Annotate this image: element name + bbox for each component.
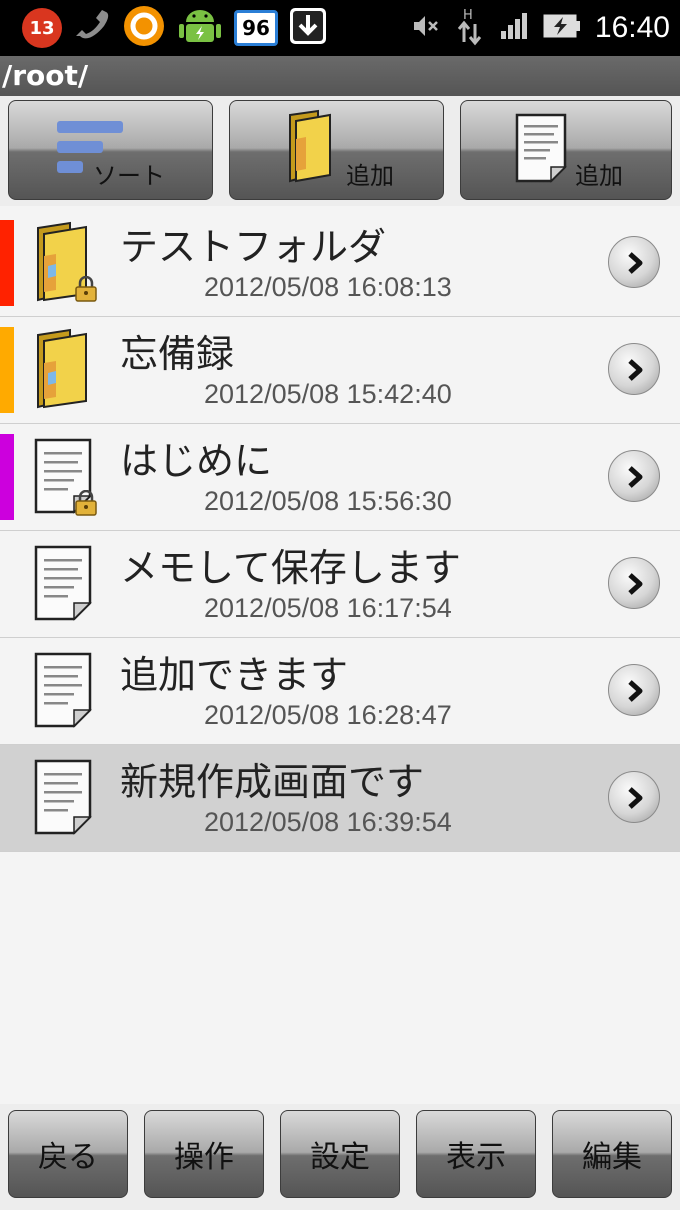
- file-icon: [30, 755, 100, 839]
- back-button[interactable]: 戻る: [8, 1110, 128, 1198]
- android-icon: [176, 4, 224, 52]
- item-date: 2012/05/08 16:28:47: [204, 700, 452, 730]
- item-date: 2012/05/08 16:39:54: [204, 807, 452, 837]
- item-date: 2012/05/08 16:08:13: [204, 272, 452, 302]
- mute-icon: [411, 11, 441, 45]
- folder-icon: [284, 109, 344, 189]
- open-item-button[interactable]: [608, 664, 660, 716]
- item-title: 新規作成画面です: [120, 760, 425, 804]
- item-title: はじめに: [120, 439, 273, 483]
- edit-button[interactable]: 編集: [552, 1110, 672, 1198]
- clock: 16:40: [594, 11, 670, 44]
- signal-icon: [499, 11, 529, 45]
- app-ring-icon: [122, 4, 166, 52]
- sort-label: ソート: [93, 162, 165, 190]
- file-list: テストフォルダ 2012/05/08 16:08:13 忘備録 2012/05/08 …: [0, 210, 680, 852]
- bottom-bar: 戻る 操作 設定 表示 編集: [0, 1104, 680, 1210]
- lock-icon: [74, 489, 98, 520]
- notification-icons: 13 96: [22, 6, 328, 50]
- list-item[interactable]: はじめに 2012/05/08 15:56:30: [0, 424, 680, 531]
- item-title: テストフォルダ: [120, 225, 387, 269]
- app-screen: 13 96 H 16:40 /root/ ソート 追加 追加 テストフォルダ 2…: [0, 0, 680, 1210]
- list-item[interactable]: テストフォルダ 2012/05/08 16:08:13: [0, 210, 680, 317]
- phone-icon: [72, 6, 112, 50]
- item-date: 2012/05/08 15:42:40: [204, 379, 452, 409]
- add-file-label: 追加: [575, 162, 623, 190]
- data-arrows-icon: H: [455, 6, 485, 50]
- item-date: 2012/05/08 16:17:54: [204, 593, 452, 623]
- lock-icon: [74, 275, 98, 306]
- add-folder-button[interactable]: 追加: [229, 100, 444, 200]
- file-icon: [511, 111, 571, 189]
- list-item[interactable]: メモして保存します 2012/05/08 16:17:54: [0, 531, 680, 638]
- open-item-button[interactable]: [608, 557, 660, 609]
- svg-text:H: H: [463, 8, 473, 23]
- item-date: 2012/05/08 15:56:30: [204, 486, 452, 516]
- system-icons: H 16:40: [411, 8, 670, 48]
- settings-button[interactable]: 設定: [280, 1110, 400, 1198]
- color-tag: [0, 327, 14, 413]
- notification-badge: 13: [22, 8, 62, 48]
- open-item-button[interactable]: [608, 236, 660, 288]
- list-item[interactable]: 追加できます 2012/05/08 16:28:47: [0, 638, 680, 745]
- file-icon: [30, 541, 100, 625]
- download-icon: [288, 6, 328, 50]
- add-file-button[interactable]: 追加: [460, 100, 672, 200]
- color-tag: [0, 220, 14, 306]
- path-bar: /root/: [0, 56, 680, 96]
- add-folder-label: 追加: [346, 162, 394, 190]
- status-bar: 13 96 H 16:40: [0, 0, 680, 56]
- open-item-button[interactable]: [608, 343, 660, 395]
- file-icon: [30, 434, 100, 518]
- open-item-button[interactable]: [608, 450, 660, 502]
- folder-icon: [30, 327, 100, 411]
- open-item-button[interactable]: [608, 771, 660, 823]
- item-title: 追加できます: [120, 653, 349, 697]
- sort-button[interactable]: ソート: [8, 100, 213, 200]
- folder-icon: [30, 220, 100, 304]
- item-title: メモして保存します: [120, 546, 461, 590]
- operation-button[interactable]: 操作: [144, 1110, 264, 1198]
- current-path: /root/: [2, 59, 89, 92]
- battery-percent-icon: 96: [234, 10, 278, 46]
- file-icon: [30, 648, 100, 732]
- battery-icon: [543, 13, 581, 43]
- color-tag: [0, 434, 14, 520]
- item-title: 忘備録: [120, 332, 235, 376]
- list-item[interactable]: 新規作成画面です 2012/05/08 16:39:54: [0, 745, 680, 852]
- list-item[interactable]: 忘備録 2012/05/08 15:42:40: [0, 317, 680, 424]
- toolbar: ソート 追加 追加: [0, 96, 680, 206]
- display-button[interactable]: 表示: [416, 1110, 536, 1198]
